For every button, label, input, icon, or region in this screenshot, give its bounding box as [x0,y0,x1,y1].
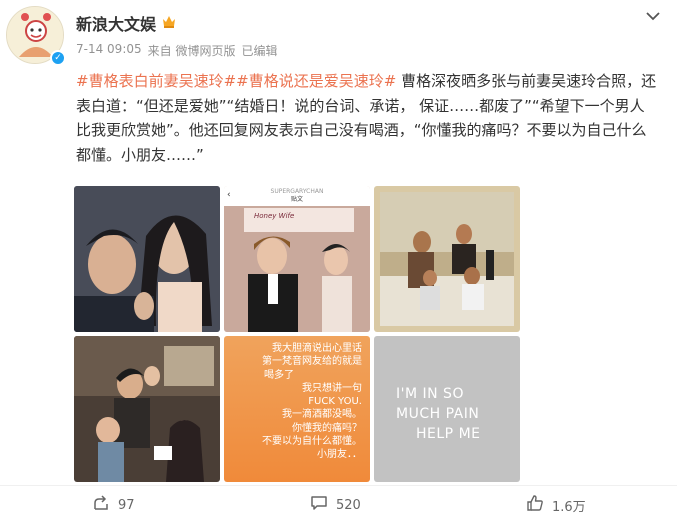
post-time[interactable]: 7-14 09:05 [76,42,142,59]
share-button[interactable]: 97 [92,494,135,516]
overlay-line: 不要以为自什么都懂。 [262,436,362,448]
chevron-down-icon[interactable] [645,8,661,22]
like-button[interactable]: 1.6万 [526,494,586,516]
image-overlay-text: I'M IN SO MUCH PAIN HELP ME [396,384,481,444]
share-icon [92,494,110,516]
image-grid: SUPERGARYCHAN 贴文 ‹ Honey Wife 我大胆滴说出心里话 … [74,186,521,482]
sign-text: Honey Wife [254,212,295,220]
avatar[interactable]: ✓ [6,6,66,66]
overlay-line: 小朋友．． [317,449,362,461]
overlay-line: 喝多了 [264,369,294,381]
overlay-line: 我只想讲一句 [302,382,362,394]
image-header: SUPERGARYCHAN 贴文 [224,186,370,206]
back-arrow-icon: ‹ [227,190,231,200]
photo-thumbnail[interactable] [374,186,520,332]
overlay-line: 我一滴酒都没喝。 [282,409,362,421]
topic-link[interactable]: #曹格说还是爱吴速玲# [236,72,396,90]
comment-button[interactable]: 520 [310,494,361,516]
overlay-line: MUCH PAIN [396,406,480,422]
share-count: 97 [118,497,135,513]
photo-thumbnail[interactable]: SUPERGARYCHAN 贴文 ‹ Honey Wife [224,186,370,332]
overlay-line: 你懂我的痛吗？ [292,422,362,434]
image-header-title: 贴文 [290,196,303,203]
photo-thumbnail[interactable]: 我大胆滴说出心里话 第一梵音网友给的就是 喝多了 我只想讲一句 FUCK YOU… [224,336,370,482]
like-count: 1.6万 [552,499,586,515]
photo-thumbnail[interactable] [74,336,220,482]
post-text: #曹格表白前妻吴速玲##曹格说还是爱吴速玲# 曹格深夜晒多张与前妻吴速玲合照，还… [76,69,658,167]
post-source: 来自 微博网页版 [147,44,236,58]
image-overlay-text: 我大胆滴说出心里话 第一梵音网友给的就是 喝多了 我只想讲一句 FUCK YOU… [224,336,370,482]
comment-icon [310,494,328,516]
photo-thumbnail[interactable]: I'M IN SO MUCH PAIN HELP ME [374,336,520,482]
overlay-line: 我大胆滴说出心里话 [272,343,362,354]
image-header-handle: SUPERGARYCHAN [270,188,324,195]
verified-badge-icon: ✓ [50,50,66,66]
photo-thumbnail[interactable] [74,186,220,332]
user-name[interactable]: 新浪大文娱 [76,11,156,35]
overlay-line: 第一梵音网友给的就是 [262,356,362,368]
like-icon [526,494,544,516]
edited-label: 已编辑 [241,44,278,58]
overlay-line: I'M IN SO [396,386,464,402]
topic-link[interactable]: #曹格表白前妻吴速玲# [76,72,236,90]
comment-count: 520 [336,497,361,513]
action-bar: 97 520 1.6万 [0,485,677,520]
overlay-line: FUCK YOU. [308,396,362,408]
overlay-line: HELP ME [416,426,481,442]
vip-crown-icon [161,13,177,33]
